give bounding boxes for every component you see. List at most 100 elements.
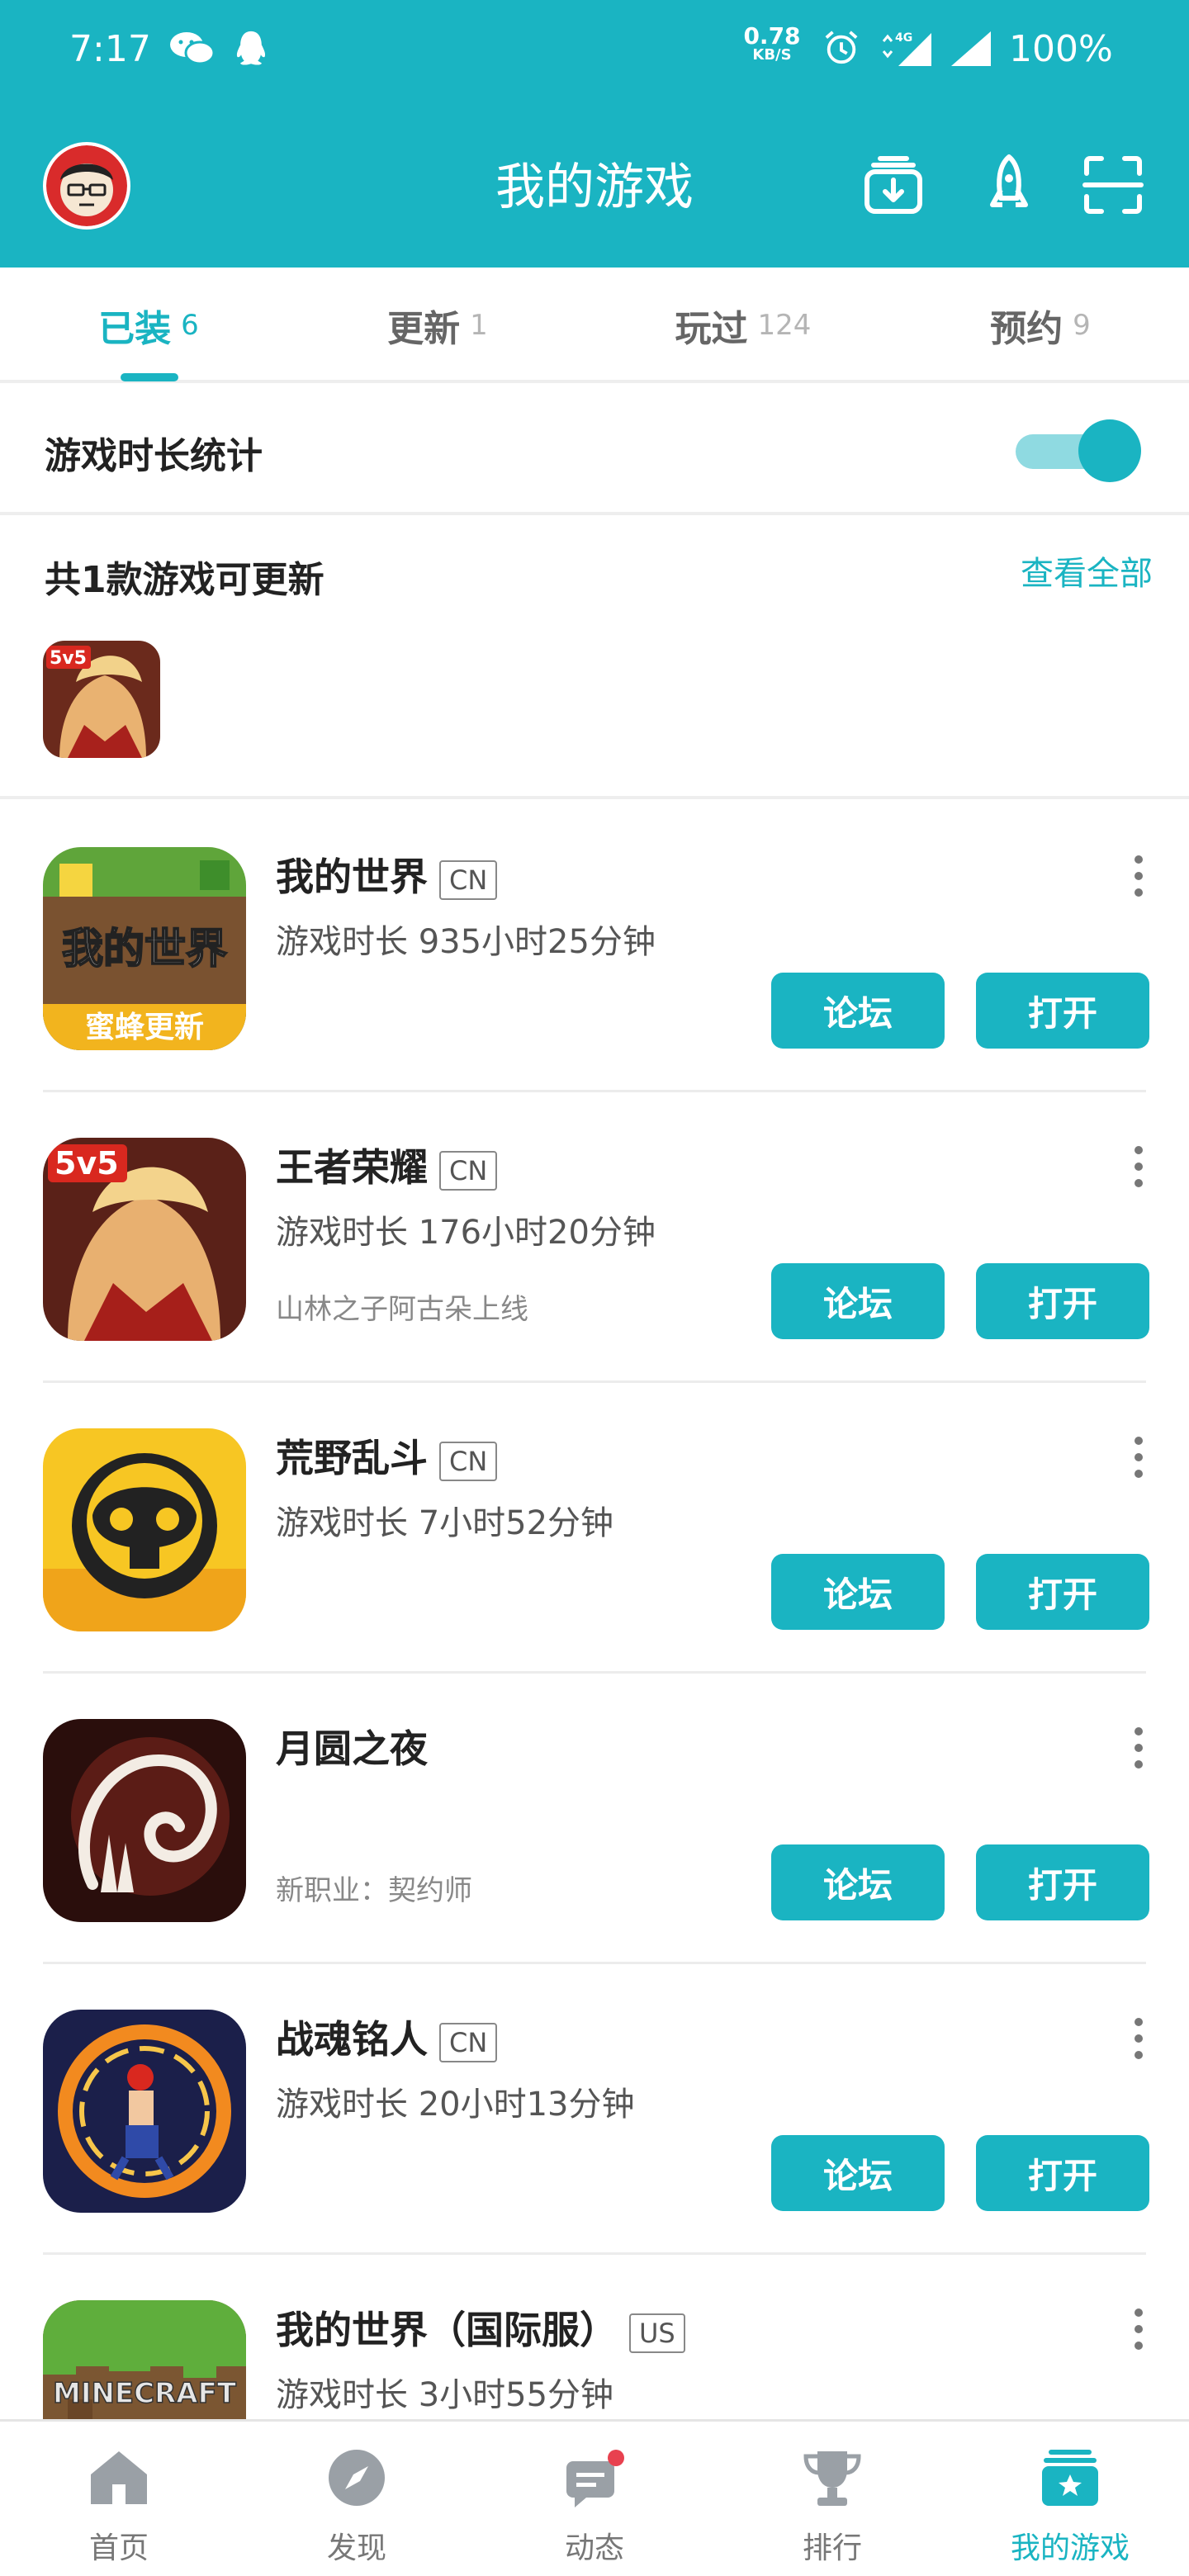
trophy-icon xyxy=(803,2451,861,2506)
more-options-icon[interactable] xyxy=(1133,2018,1144,2067)
tab-reserved[interactable]: 预约 9 xyxy=(892,268,1189,383)
status-time: 7:17 xyxy=(69,28,151,70)
game-icon xyxy=(43,2010,246,2213)
toggle-knob xyxy=(1078,419,1141,482)
game-icon xyxy=(43,1428,246,1631)
network-label: 4G xyxy=(895,31,912,45)
tab-bar: 已装 6 更新 1 玩过 124 预约 9 xyxy=(0,268,1189,383)
nav-label: 发现 xyxy=(326,2531,386,2565)
updates-label: 共1款游戏可更新 xyxy=(45,559,324,601)
forum-button[interactable]: 论坛 xyxy=(771,973,945,1049)
game-item-night-of-full-moon[interactable]: 月圆之夜 新职业：契约师 论坛 打开 xyxy=(0,1719,1189,2008)
forum-button[interactable]: 论坛 xyxy=(771,1844,945,1920)
chat-icon xyxy=(566,2450,624,2507)
game-note: 新职业：契约师 xyxy=(276,1874,472,1907)
more-options-icon[interactable] xyxy=(1133,1727,1144,1777)
wechat-icon xyxy=(170,32,216,65)
otherworld-legends-icon xyxy=(43,2010,246,2213)
nav-label: 动态 xyxy=(564,2531,624,2565)
more-options-icon[interactable] xyxy=(1133,1437,1144,1486)
open-button[interactable]: 打开 xyxy=(976,2135,1149,2211)
open-button[interactable]: 打开 xyxy=(976,1844,1149,1920)
view-all-link[interactable]: 查看全部 xyxy=(1021,547,1153,594)
region-badge: CN xyxy=(439,1150,498,1191)
brawl-stars-icon xyxy=(43,1428,246,1631)
tab-count: 6 xyxy=(181,309,199,342)
icon-text: 我的世界 xyxy=(62,925,227,973)
open-button[interactable]: 打开 xyxy=(976,1554,1149,1630)
tab-installed[interactable]: 已装 6 xyxy=(0,268,297,383)
top-bar: 7:17 0.78 KB/S 4G 100% 我的游戏 xyxy=(0,0,1189,268)
thumb-label: 5v5 xyxy=(50,648,87,669)
list-divider xyxy=(43,1671,1146,1674)
game-icon xyxy=(43,1719,246,1922)
list-divider xyxy=(43,1090,1146,1092)
tab-count: 1 xyxy=(470,309,488,342)
game-playtime: 游戏时长 935小时25分钟 xyxy=(276,923,656,961)
my-games-icon xyxy=(1042,2450,1098,2506)
notification-dot xyxy=(608,2450,624,2466)
honor-of-kings-icon: 5v5 xyxy=(43,641,160,758)
night-of-full-moon-icon xyxy=(43,1719,246,1922)
home-icon xyxy=(91,2451,147,2504)
tab-active-indicator xyxy=(121,373,178,381)
region-badge: CN xyxy=(439,859,498,900)
net-speed-value: 0.78 xyxy=(743,22,801,50)
update-game-thumb[interactable]: 5v5 xyxy=(43,641,160,758)
game-icon: 5v5 xyxy=(43,1138,246,1341)
tab-count: 124 xyxy=(757,309,812,342)
more-options-icon[interactable] xyxy=(1133,1146,1144,1196)
game-item-honor-of-kings[interactable]: 5v5 王者荣耀 CN 游戏时长 176小时20分钟 山林之子阿古朵上线 论坛 打… xyxy=(0,1138,1189,1427)
compass-icon xyxy=(329,2450,385,2506)
tab-updates[interactable]: 更新 1 xyxy=(289,268,586,383)
game-playtime: 游戏时长 7小时52分钟 xyxy=(276,1504,614,1542)
playtime-stats-toggle[interactable] xyxy=(1016,419,1144,482)
game-name: 战魂铭人 CN xyxy=(276,2010,498,2064)
forum-button[interactable]: 论坛 xyxy=(771,1554,945,1630)
open-button[interactable]: 打开 xyxy=(976,1263,1149,1339)
nav-item-feed[interactable]: 动态 xyxy=(476,2422,713,2576)
status-bar: 7:17 0.78 KB/S 4G 100% xyxy=(0,0,1189,106)
list-divider xyxy=(43,1380,1146,1383)
playtime-stats-label: 游戏时长统计 xyxy=(45,435,263,477)
icon-text: MINECRAFT xyxy=(53,2377,237,2410)
game-item-otherworld-legends[interactable]: 战魂铭人 CN 游戏时长 20小时13分钟 论坛 打开 xyxy=(0,2010,1189,2299)
open-button[interactable]: 打开 xyxy=(976,973,1149,1049)
more-options-icon[interactable] xyxy=(1133,855,1144,905)
region-badge: CN xyxy=(439,2022,498,2062)
tab-label: 预约 xyxy=(990,308,1063,350)
nav-item-ranking[interactable]: 排行 xyxy=(713,2422,951,2576)
game-name-text: 荒野乱斗 xyxy=(276,1436,428,1480)
forum-button[interactable]: 论坛 xyxy=(771,1263,945,1339)
net-speed: 0.78 KB/S xyxy=(743,25,801,63)
qq-icon xyxy=(236,31,266,65)
scan-icon[interactable] xyxy=(1082,154,1144,216)
net-speed-unit: KB/S xyxy=(752,46,792,64)
game-item-minecraft[interactable]: 我的世界 蜜蜂更新 我的世界 CN 游戏时长 935小时25分钟 论坛 打开 xyxy=(0,847,1189,1136)
rocket-icon[interactable] xyxy=(978,154,1040,216)
list-divider xyxy=(43,2252,1146,2255)
download-manager-icon[interactable] xyxy=(862,154,925,216)
game-name-text: 我的世界（国际服） xyxy=(276,2308,618,2352)
more-options-icon[interactable] xyxy=(1133,2308,1144,2358)
signal-icon xyxy=(951,31,991,66)
tab-label: 更新 xyxy=(387,308,461,350)
game-name: 荒野乱斗 CN xyxy=(276,1428,498,1483)
game-playtime: 游戏时长 3小时55分钟 xyxy=(276,2376,614,2414)
nav-item-my-games[interactable]: 我的游戏 xyxy=(951,2422,1189,2576)
game-item-brawl-stars[interactable]: 荒野乱斗 CN 游戏时长 7小时52分钟 论坛 打开 xyxy=(0,1428,1189,1717)
updates-section: 共1款游戏可更新 查看全部 5v5 xyxy=(0,519,1189,799)
game-playtime: 游戏时长 176小时20分钟 xyxy=(276,1214,656,1252)
game-name-text: 王者荣耀 xyxy=(276,1145,428,1190)
game-name-text: 战魂铭人 xyxy=(276,2017,428,2062)
nav-item-discover[interactable]: 发现 xyxy=(238,2422,476,2576)
bottom-nav: 首页 发现 动态 排行 我的游戏 xyxy=(0,2419,1189,2576)
game-note: 山林之子阿古朵上线 xyxy=(276,1293,528,1326)
forum-button[interactable]: 论坛 xyxy=(771,2135,945,2211)
nav-item-home[interactable]: 首页 xyxy=(0,2422,238,2576)
alarm-icon xyxy=(825,31,858,64)
game-name: 王者荣耀 CN xyxy=(276,1138,498,1192)
tab-played[interactable]: 玩过 124 xyxy=(594,268,892,383)
list-divider xyxy=(43,1962,1146,1964)
game-name: 我的世界（国际服） US xyxy=(276,2300,685,2355)
